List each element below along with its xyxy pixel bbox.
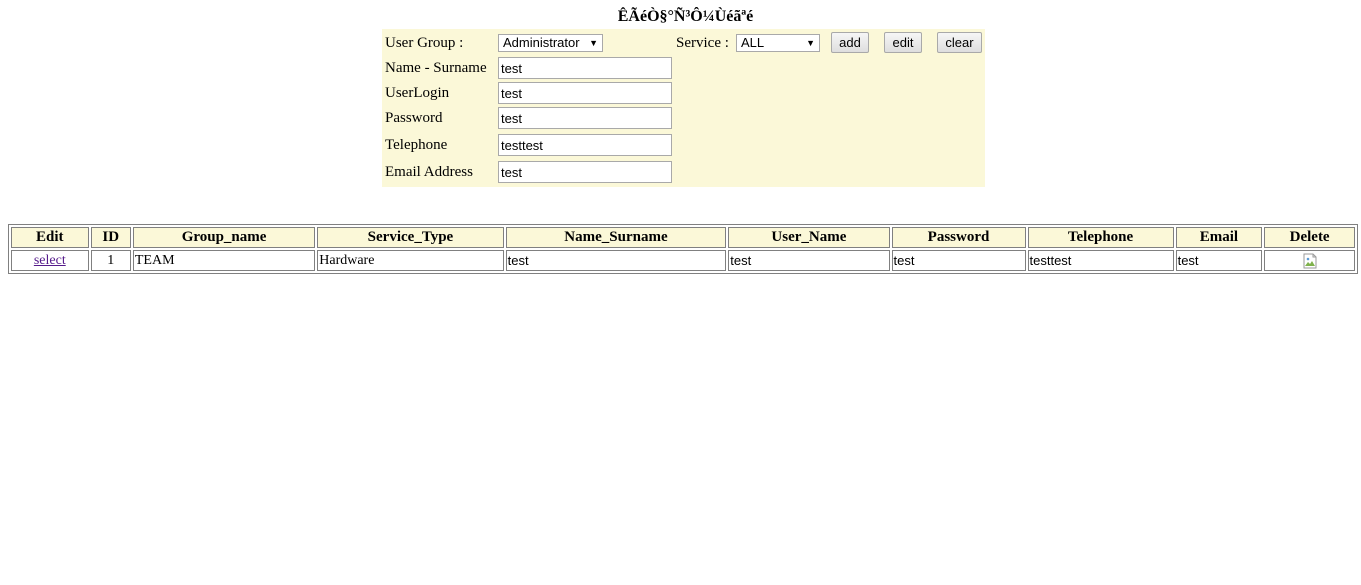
- email-address-label: Email Address: [385, 164, 473, 180]
- service-label: Service :: [676, 35, 729, 51]
- column-header-id: ID: [90, 227, 131, 248]
- column-header-telephone: Telephone: [1027, 227, 1174, 248]
- email-address-input[interactable]: [498, 161, 672, 183]
- user-login-input[interactable]: [498, 82, 672, 104]
- column-header-email: Email: [1175, 227, 1263, 248]
- users-table: Edit ID Group_name Service_Type Name_Sur…: [8, 224, 1358, 274]
- dropdown-arrow-icon: ▼: [589, 38, 598, 48]
- telephone-input[interactable]: [498, 134, 672, 156]
- service-select-value: ALL: [741, 35, 765, 50]
- table-header-row: Edit ID Group_name Service_Type Name_Sur…: [11, 227, 1355, 248]
- select-row-link[interactable]: select: [34, 253, 66, 268]
- page: ÊÃéÒ§°Ñ³Ô¼Ùéãªé User Group : Administrat…: [0, 0, 1361, 585]
- name-surname-cell: test: [505, 250, 727, 271]
- name-surname-input[interactable]: [498, 57, 672, 79]
- edit-button[interactable]: edit: [884, 32, 922, 53]
- column-header-delete: Delete: [1264, 227, 1355, 248]
- name-surname-label: Name - Surname: [385, 60, 487, 76]
- broken-image-icon[interactable]: [1302, 253, 1318, 269]
- password-label: Password: [385, 110, 443, 126]
- column-header-name-surname: Name_Surname: [505, 227, 727, 248]
- edit-cell: select: [11, 250, 89, 271]
- id-cell: 1: [90, 250, 131, 271]
- user-group-select[interactable]: Administrator ▼: [498, 34, 603, 52]
- email-cell: test: [1175, 250, 1263, 271]
- service-type-cell: Hardware: [317, 250, 504, 271]
- column-header-edit: Edit: [11, 227, 89, 248]
- user-group-label: User Group :: [385, 35, 464, 51]
- column-header-group-name: Group_name: [132, 227, 316, 248]
- password-input[interactable]: [498, 107, 672, 129]
- column-header-password: Password: [891, 227, 1026, 248]
- telephone-cell: testtest: [1027, 250, 1174, 271]
- column-header-user-name: User_Name: [728, 227, 890, 248]
- add-button[interactable]: add: [831, 32, 869, 53]
- table-row: select 1 TEAM Hardware test test test te…: [11, 250, 1355, 271]
- user-login-label: UserLogin: [385, 85, 450, 101]
- password-cell: test: [891, 250, 1026, 271]
- service-select[interactable]: ALL ▼: [736, 34, 820, 52]
- user-group-select-value: Administrator: [503, 35, 580, 50]
- dropdown-arrow-icon: ▼: [806, 38, 815, 48]
- telephone-label: Telephone: [385, 137, 448, 153]
- group-name-cell: TEAM: [132, 250, 316, 271]
- clear-button[interactable]: clear: [937, 32, 982, 53]
- column-header-service-type: Service_Type: [317, 227, 504, 248]
- delete-cell: [1264, 250, 1355, 271]
- user-name-cell: test: [728, 250, 890, 271]
- page-title: ÊÃéÒ§°Ñ³Ô¼Ùéãªé: [617, 8, 754, 25]
- user-form-panel: User Group : Administrator ▼ Service : A…: [382, 29, 985, 187]
